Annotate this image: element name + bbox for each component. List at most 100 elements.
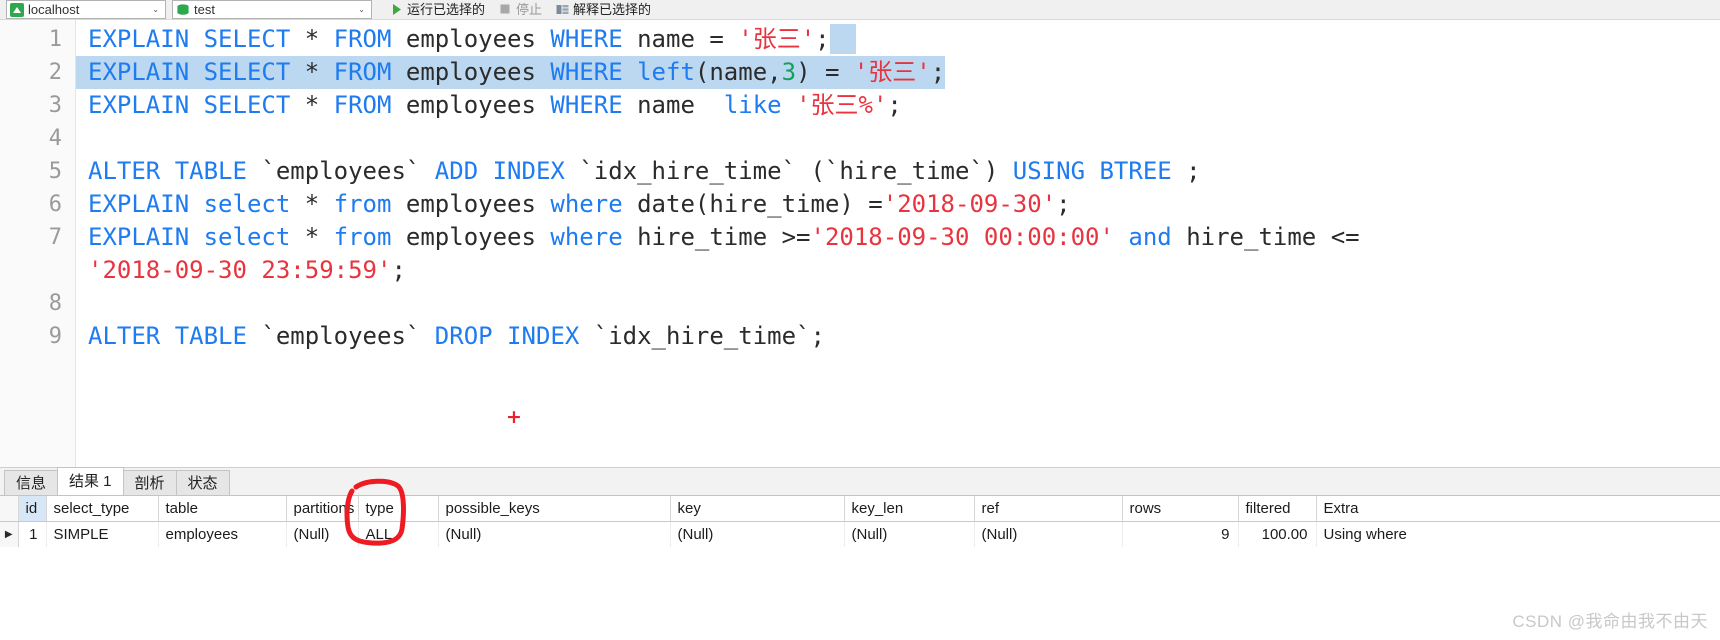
line-number: 2 [48, 60, 62, 85]
cell-key[interactable]: (Null) [670, 521, 845, 548]
cell-id[interactable]: 1 [18, 521, 47, 548]
result-tab-2[interactable]: 剖析 [122, 470, 177, 495]
code-token: employees [391, 190, 551, 218]
line-number: 8 [48, 291, 62, 316]
code-token: like [723, 91, 782, 119]
code-line[interactable]: 5 ALTER TABLE `employees` ADD INDEX `idx_… [49, 155, 1720, 188]
cell-rows[interactable]: 9 [1122, 521, 1239, 548]
column-header-id[interactable]: id [18, 496, 47, 522]
code-token: employees [391, 223, 551, 251]
code-line[interactable]: 4 [49, 122, 1720, 155]
column-header-select_type[interactable]: select_type [46, 496, 159, 522]
code-token: EXPLAIN SELECT [88, 58, 291, 86]
column-header-partitions[interactable]: partitions [286, 496, 359, 522]
code-token: 3 [781, 58, 797, 86]
code-text[interactable]: ALTER TABLE `employees` ADD INDEX `idx_h… [76, 155, 1201, 188]
play-icon [390, 3, 404, 17]
code-token: '2018-09-30' [882, 190, 1057, 218]
cell-ref[interactable]: (Null) [974, 521, 1123, 548]
code-token: EXPLAIN SELECT [88, 25, 291, 53]
run-selected-button[interactable]: 运行已选择的 [386, 0, 489, 19]
cell-filtered[interactable]: 100.00 [1238, 521, 1317, 548]
column-header-type[interactable]: type [358, 496, 439, 522]
column-header-possible_keys[interactable]: possible_keys [438, 496, 671, 522]
code-token: * [290, 91, 334, 119]
database-combo[interactable]: test ⌄ [172, 0, 372, 19]
sql-editor[interactable]: 1 EXPLAIN SELECT * FROM employees WHERE n… [0, 20, 1720, 467]
cell-possible_keys[interactable]: (Null) [438, 521, 671, 548]
cell-table[interactable]: employees [158, 521, 287, 548]
code-text[interactable]: '2018-09-30 23:59:59'; [76, 254, 406, 287]
connection-combo[interactable]: localhost ⌄ [6, 0, 166, 19]
code-text[interactable]: EXPLAIN SELECT * FROM employees WHERE na… [76, 23, 830, 56]
code-token: FROM [333, 58, 392, 86]
column-header-table[interactable]: table [158, 496, 287, 522]
chevron-down-icon[interactable]: ⌄ [152, 5, 163, 14]
code-token: ) = [796, 58, 854, 86]
code-line[interactable]: 7 EXPLAIN select * from employees where h… [49, 221, 1720, 254]
column-header-rows[interactable]: rows [1122, 496, 1239, 522]
code-token: left [637, 58, 695, 86]
result-tab-strip[interactable]: 信息 结果 1 剖析 状态 [0, 467, 1720, 495]
code-text[interactable]: EXPLAIN SELECT * FROM employees WHERE le… [76, 56, 946, 89]
cell-select_type[interactable]: SIMPLE [46, 521, 159, 548]
code-line[interactable]: 8 [49, 287, 1720, 320]
code-token: (name, [694, 58, 782, 86]
code-line[interactable]: 9 ALTER TABLE `employees` DROP INDEX `idx… [49, 320, 1720, 353]
code-text[interactable]: ALTER TABLE `employees` DROP INDEX `idx_… [76, 320, 825, 353]
code-text[interactable]: EXPLAIN select * from employees where da… [76, 188, 1071, 221]
code-token: FROM [333, 25, 392, 53]
code-line[interactable]: 6 EXPLAIN select * from employees where d… [49, 188, 1720, 221]
code-text[interactable] [76, 287, 102, 320]
table-row[interactable]: ▶ 1 SIMPLE employees (Null) ALL (Null) (Null) (N… [0, 521, 1720, 548]
explain-icon [556, 3, 570, 17]
result-tab-1[interactable]: 结果 1 [57, 467, 124, 495]
run-selected-label: 运行已选择的 [407, 2, 486, 17]
code-token: `employees` [246, 157, 435, 185]
code-line[interactable]: 1 EXPLAIN SELECT * FROM employees WHERE n… [49, 23, 1720, 56]
code-token: '张三' [738, 25, 816, 53]
stop-button[interactable]: 停止 [495, 0, 546, 19]
code-token: where [550, 190, 623, 218]
column-header-filtered[interactable]: filtered [1238, 496, 1317, 522]
code-token: name [622, 91, 724, 119]
code-token: ; [887, 91, 902, 119]
column-header-ref[interactable]: ref [974, 496, 1123, 522]
result-tab-label: 状态 [187, 474, 218, 492]
sql-code-area[interactable]: 1 EXPLAIN SELECT * FROM employees WHERE n… [49, 20, 1720, 467]
line-number: 3 [48, 93, 62, 118]
result-tab-0[interactable]: 信息 [4, 470, 59, 495]
result-tab-3[interactable]: 状态 [175, 470, 230, 495]
code-token: employees [391, 58, 551, 86]
code-token: EXPLAIN select [88, 223, 291, 251]
code-line[interactable]: 2 EXPLAIN SELECT * FROM employees WHERE l… [49, 56, 1720, 89]
cell-key_len[interactable]: (Null) [844, 521, 975, 548]
code-token: date(hire_time) = [622, 190, 883, 218]
cell-Extra[interactable]: Using where [1316, 521, 1720, 548]
add-marker-icon[interactable]: + [506, 408, 522, 427]
code-text[interactable]: EXPLAIN select * from employees where hi… [76, 221, 1360, 254]
explain-result-grid[interactable]: id select_type table partitions type possible… [0, 495, 1720, 548]
code-token: name [622, 25, 710, 53]
cell-partitions[interactable]: (Null) [286, 521, 359, 548]
column-header-key_len[interactable]: key_len [844, 496, 975, 522]
column-header-key[interactable]: key [670, 496, 845, 522]
chevron-down-icon[interactable]: ⌄ [358, 5, 369, 14]
code-text[interactable]: EXPLAIN SELECT * FROM employees WHERE na… [76, 89, 902, 122]
code-line[interactable]: 3 EXPLAIN SELECT * FROM employees WHERE n… [49, 89, 1720, 122]
cell-type[interactable]: ALL [358, 521, 439, 548]
row-selector[interactable]: ▶ [0, 521, 19, 548]
code-line[interactable]: '2018-09-30 23:59:59'; [76, 254, 1720, 287]
connection-icon [10, 2, 24, 17]
code-token: WHERE [550, 25, 623, 53]
explain-selected-button[interactable]: 解释已选择的 [552, 0, 655, 19]
code-text[interactable] [76, 122, 102, 155]
code-token: DROP INDEX [434, 322, 580, 350]
code-token: '张三' [853, 58, 931, 86]
code-token: ALTER TABLE [88, 322, 247, 350]
code-token: WHERE [550, 58, 623, 86]
code-token: `idx_hire_time`; [579, 322, 825, 350]
code-token: '张三%' [796, 91, 888, 119]
column-header-Extra[interactable]: Extra [1316, 496, 1720, 522]
